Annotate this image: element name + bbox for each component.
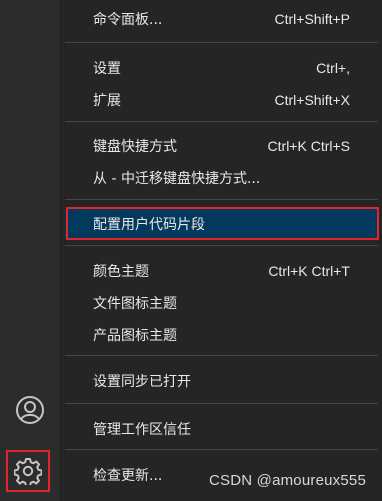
menu-item[interactable]: 扩展 Ctrl+Shift+X xyxy=(65,85,378,115)
menu-item-label: 检查更新... xyxy=(93,468,163,484)
menu-item-shortcut: Ctrl+, xyxy=(316,60,350,76)
menu-separator xyxy=(65,403,378,404)
menu-item[interactable]: 管理工作区信任 xyxy=(65,414,378,444)
menu-item-label: 设置 xyxy=(93,61,121,77)
menu-item-shortcut: Ctrl+K Ctrl+S xyxy=(267,138,350,154)
menu-item[interactable]: 颜色主题 Ctrl+K Ctrl+T xyxy=(65,256,378,286)
menu-item-label: 设置同步已打开 xyxy=(93,374,191,390)
menu-item[interactable]: 键盘快捷方式 Ctrl+K Ctrl+S xyxy=(65,131,378,161)
menu-item-shortcut: Ctrl+Shift+P xyxy=(274,11,350,27)
account-icon[interactable] xyxy=(12,392,48,428)
menu-item-label: 配置用户代码片段 xyxy=(93,217,205,233)
menu-item-label: 产品图标主题 xyxy=(93,328,177,344)
menu-item[interactable]: 配置用户代码片段 xyxy=(65,209,378,239)
menu-item-label: 键盘快捷方式 xyxy=(93,139,177,155)
manage-gear-button[interactable] xyxy=(6,450,50,492)
menu-item-label: 从 - 中迁移键盘快捷方式... xyxy=(93,171,261,187)
menu-separator xyxy=(65,449,378,450)
menu-item[interactable]: 设置同步已打开 xyxy=(65,366,378,396)
menu-item-label: 文件图标主题 xyxy=(93,296,177,312)
activity-bar xyxy=(0,0,60,501)
menu-item[interactable]: 从 - 中迁移键盘快捷方式... xyxy=(65,163,378,193)
menu-item-label: 扩展 xyxy=(93,93,121,109)
menu-separator xyxy=(65,355,378,356)
menu-item-label: 命令面板... xyxy=(93,12,163,28)
menu-item[interactable]: 文件图标主题 xyxy=(65,288,378,318)
menu-separator xyxy=(65,121,378,122)
gear-icon xyxy=(14,458,42,485)
watermark: CSDN @amoureux555 xyxy=(208,472,366,489)
menu-item-shortcut: Ctrl+K Ctrl+T xyxy=(268,263,350,279)
menu-item[interactable]: 设置 Ctrl+, xyxy=(65,53,378,83)
menu-item[interactable]: 产品图标主题 xyxy=(65,320,378,350)
menu-separator xyxy=(65,245,378,246)
manage-context-menu: 命令面板... Ctrl+Shift+P 设置 Ctrl+, 扩展 Ctrl+Shift+… xyxy=(60,0,382,501)
menu-separator xyxy=(65,42,378,43)
menu-item-label: 颜色主题 xyxy=(93,264,149,280)
menu-separator xyxy=(65,199,378,200)
menu-item[interactable]: 命令面板... Ctrl+Shift+P xyxy=(65,4,378,34)
menu-item-shortcut: Ctrl+Shift+X xyxy=(274,92,350,108)
menu-item-label: 管理工作区信任 xyxy=(93,422,191,438)
